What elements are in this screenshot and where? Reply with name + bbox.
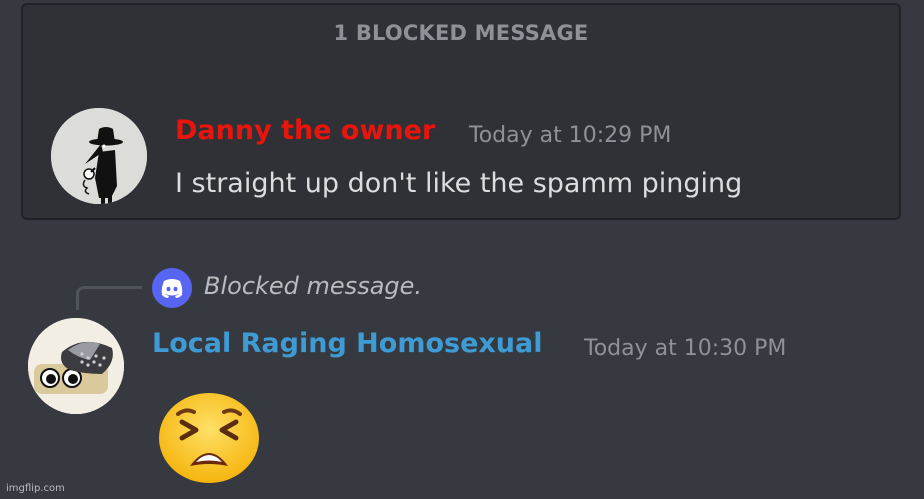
message-username[interactable]: Local Raging Homosexual (152, 328, 543, 359)
avatar[interactable] (51, 108, 147, 204)
message-timestamp: Today at 10:29 PM (469, 123, 672, 148)
blocked-messages-header[interactable]: 1 BLOCKED MESSAGE (23, 21, 899, 45)
avatar[interactable] (28, 318, 124, 414)
sleepy-face-avatar-icon (28, 318, 124, 414)
reply-spine (76, 286, 142, 310)
message-username[interactable]: Danny the owner (175, 115, 435, 146)
watermark: imgflip.com (6, 483, 65, 494)
spy-avatar-icon (51, 108, 147, 204)
discord-logo-icon[interactable] (152, 268, 192, 308)
tired-face-emoji (156, 392, 262, 484)
blocked-messages-block[interactable]: 1 BLOCKED MESSAGE Danny the owner Today … (21, 3, 901, 220)
message-text: I straight up don't like the spamm pingi… (175, 168, 743, 199)
reply-blocked-message-label[interactable]: Blocked message. (204, 272, 422, 300)
message-timestamp: Today at 10:30 PM (584, 336, 787, 361)
